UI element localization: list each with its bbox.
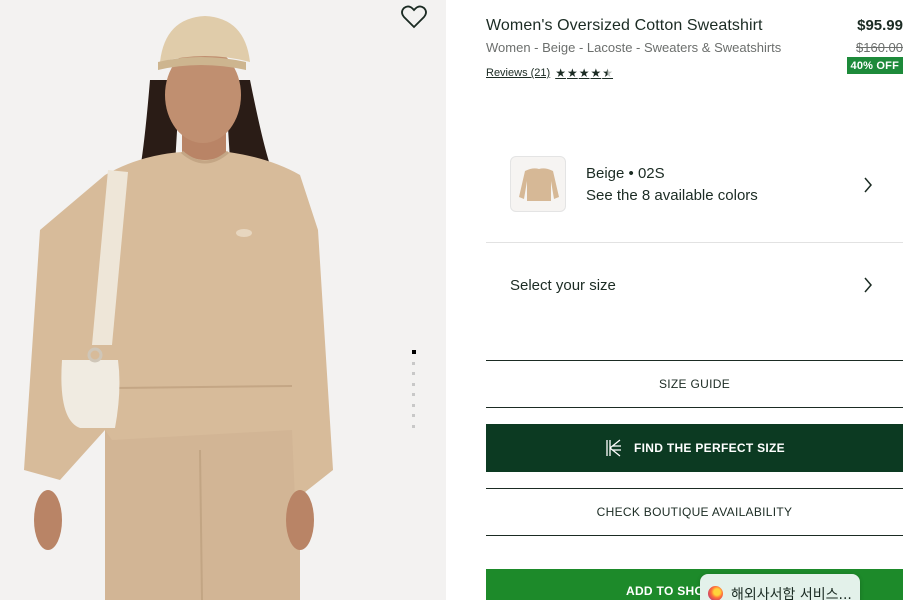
product-image-gallery[interactable] [0,0,446,600]
color-thumbnail [510,156,566,212]
discount-badge: 40% OFF [846,57,903,74]
find-perfect-size-button[interactable]: FIND THE PERFECT SIZE [486,424,903,472]
star-icon: ★ [590,66,602,80]
reviews-link[interactable]: Reviews (21) ★ ★ ★ ★ ★ [486,67,613,79]
wishlist-heart-icon[interactable] [400,4,428,30]
product-details-panel: Women's Oversized Cotton Sweatshirt Wome… [446,0,924,600]
star-icon: ★ [555,66,566,80]
product-photo [0,0,446,600]
reviews-label: Reviews (21) [486,67,551,79]
gallery-dot[interactable] [412,361,415,365]
gallery-dot[interactable] [412,372,415,375]
available-colors-text: See the 8 available colors [586,187,758,204]
firefox-icon [708,586,723,600]
color-selector[interactable]: Beige • 02S See the 8 available colors [486,140,903,243]
original-price: $160.00 [856,40,903,55]
size-guide-button[interactable]: SIZE GUIDE [486,360,903,408]
translation-popup[interactable]: 해외사서함 서비스... [700,574,860,600]
popup-text: 해외사서함 서비스... [731,587,852,600]
chevron-right-icon [864,277,872,293]
half-star-icon: ★ [602,66,614,80]
gallery-dot[interactable] [412,414,415,417]
gallery-dot[interactable] [412,403,415,407]
gallery-pagination [411,350,417,435]
size-finder-icon [606,439,621,457]
gallery-dot[interactable] [411,350,416,354]
gallery-dot[interactable] [412,393,415,396]
color-name: Beige • 02S [586,165,665,182]
sweatshirt-thumbnail-icon [519,168,559,201]
check-boutique-button[interactable]: CHECK BOUTIQUE AVAILABILITY [486,488,903,536]
size-label: Select your size [510,277,616,294]
size-selector[interactable]: Select your size [486,243,903,333]
current-price: $95.99 [857,17,903,34]
rating-stars: ★ ★ ★ ★ ★ [555,67,613,79]
star-icon: ★ [566,66,578,80]
chevron-right-icon [864,177,872,193]
find-perfect-size-label: FIND THE PERFECT SIZE [634,441,785,455]
gallery-dot[interactable] [412,424,415,428]
star-icon: ★ [578,66,590,80]
product-breadcrumb: Women - Beige - Lacoste - Sweaters & Swe… [486,40,782,55]
gallery-dot[interactable] [412,382,415,386]
product-title: Women's Oversized Cotton Sweatshirt [486,17,763,34]
